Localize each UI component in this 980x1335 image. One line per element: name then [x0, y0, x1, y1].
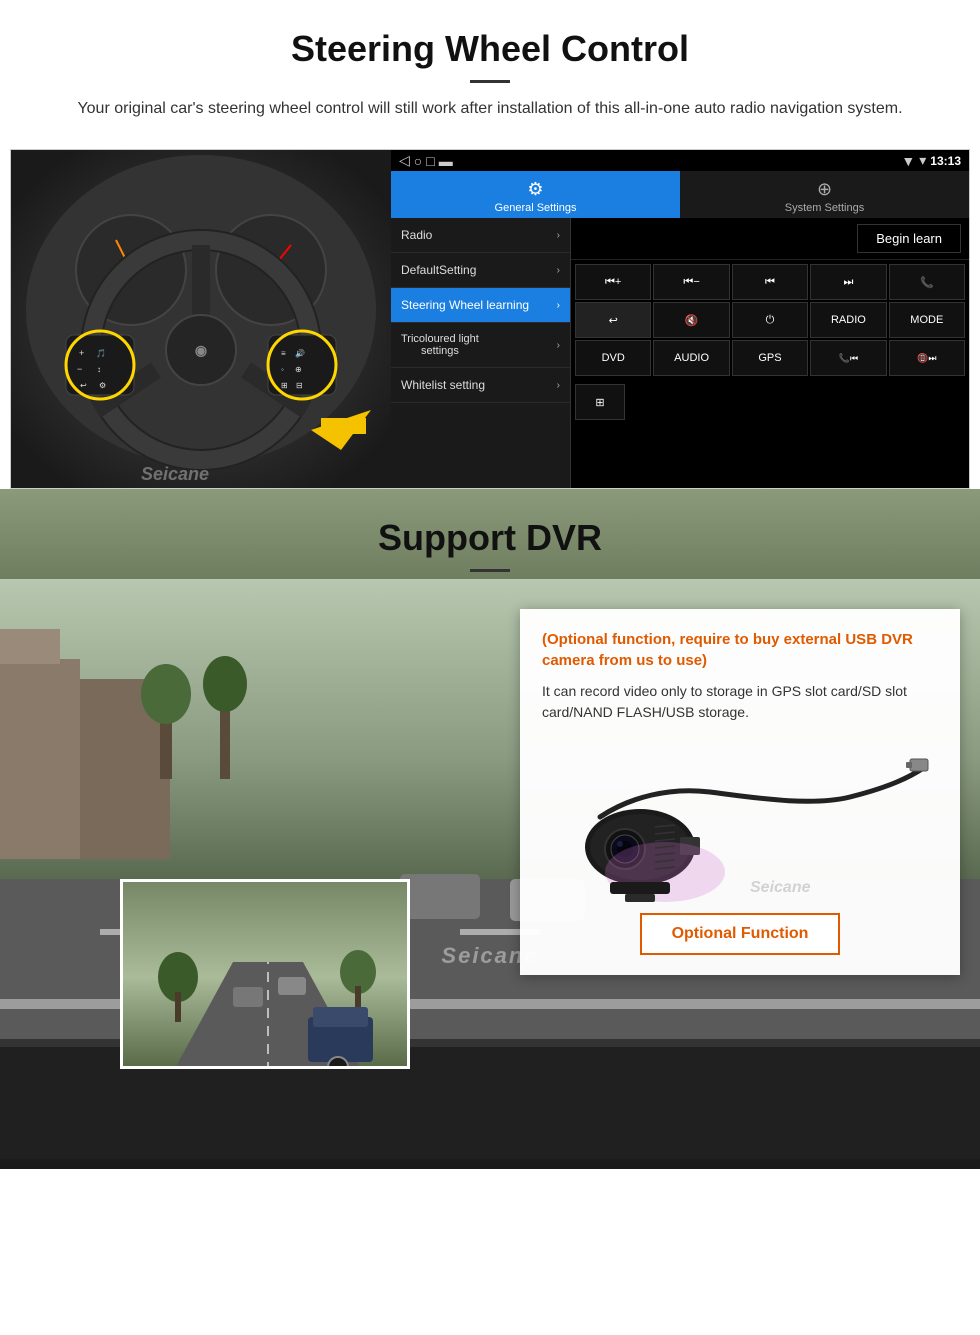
btn-mode[interactable]: MODE — [889, 302, 965, 338]
btn-phone[interactable]: 📞 — [889, 264, 965, 300]
begin-learn-button[interactable]: Begin learn — [857, 224, 961, 253]
svg-text:◉: ◉ — [195, 342, 207, 358]
extra-buttons-row: ⊞ — [571, 380, 969, 424]
svg-text:🔊: 🔊 — [295, 348, 305, 358]
status-time: 13:13 — [930, 154, 961, 168]
svg-text:−: − — [77, 364, 82, 374]
menu-item-steering-wheel[interactable]: Steering Wheel learning › — [391, 288, 570, 323]
chevron-right-icon5: › — [557, 380, 560, 391]
begin-learn-row: Begin learn — [571, 218, 969, 260]
control-buttons-grid: ⏮+ ⏮− ⏮ ⏭ 📞 ↩ 🔇 ⏻ RADIO MODE DVD AUDIO G… — [571, 260, 969, 380]
steering-demo: ◉ + − 🎵 ↕ ↩ ⚙ ≡ 🔊 ◦ ⊕ ⊞ ⊟ Seicane — [10, 149, 970, 489]
svg-text:⊕: ⊕ — [295, 365, 302, 374]
nav-back: ◁ — [399, 152, 410, 169]
nav-recent: □ — [426, 153, 434, 169]
menu-item-radio[interactable]: Radio › — [391, 218, 570, 253]
btn-radio[interactable]: RADIO — [810, 302, 886, 338]
general-settings-icon: ⚙ — [527, 179, 543, 200]
svg-text:⚙: ⚙ — [99, 381, 106, 390]
status-bar: ◁ ○ □ ▬ ▼ ▾ 13:13 — [391, 150, 969, 171]
general-settings-label: General Settings — [495, 202, 577, 214]
system-settings-label: System Settings — [785, 202, 864, 214]
svg-text:⊟: ⊟ — [296, 381, 303, 390]
settings-menu: Radio › DefaultSetting › Steering Wheel … — [391, 218, 571, 488]
menu-content: Radio › DefaultSetting › Steering Wheel … — [391, 218, 969, 488]
btn-gps[interactable]: GPS — [732, 340, 808, 376]
dvr-camera-illustration: Seicane — [542, 737, 938, 897]
wifi-icon: ▾ — [919, 152, 926, 169]
settings-tabs: ⚙ General Settings ⊕ System Settings — [391, 171, 969, 218]
android-ui: ◁ ○ □ ▬ ▼ ▾ 13:13 ⚙ General Settings ⊕ S… — [391, 150, 969, 488]
tab-system-settings[interactable]: ⊕ System Settings — [680, 171, 969, 218]
section1-title: Steering Wheel Control — [20, 28, 960, 70]
dvr-title-area: Support DVR — [0, 489, 980, 582]
dvr-title: Support DVR — [20, 517, 960, 559]
menu-item-default-setting[interactable]: DefaultSetting › — [391, 253, 570, 288]
chevron-right-icon2: › — [557, 265, 560, 276]
nav-menu: ▬ — [439, 153, 453, 169]
steering-wheel-panel: ◉ + − 🎵 ↕ ↩ ⚙ ≡ 🔊 ◦ ⊕ ⊞ ⊟ Seicane — [11, 150, 391, 489]
svg-text:+: + — [79, 348, 84, 358]
section2: Support DVR — [0, 489, 980, 1169]
menu-item-tricoloured[interactable]: Tricoloured lightsettings › — [391, 323, 570, 368]
section1-title-area: Steering Wheel Control Your original car… — [0, 0, 980, 149]
btn-prev-track[interactable]: ⏮ — [732, 264, 808, 300]
svg-text:≡: ≡ — [281, 349, 286, 358]
svg-text:Seicane: Seicane — [141, 464, 209, 484]
btn-dvd[interactable]: DVD — [575, 340, 651, 376]
btn-call-prev[interactable]: 📞⏮ — [810, 340, 886, 376]
btn-volume-minus[interactable]: ⏮− — [653, 264, 729, 300]
dvr-info-card: (Optional function, require to buy exter… — [520, 609, 960, 975]
dvr-description: It can record video only to storage in G… — [542, 681, 938, 723]
menu-item-whitelist[interactable]: Whitelist setting › — [391, 368, 570, 403]
svg-text:↩: ↩ — [80, 381, 87, 390]
btn-volume-plus[interactable]: ⏮+ — [575, 264, 651, 300]
tab-general-settings[interactable]: ⚙ General Settings — [391, 171, 680, 218]
btn-extra[interactable]: ⊞ — [575, 384, 625, 420]
dvr-background: Support DVR — [0, 489, 980, 1169]
btn-audio[interactable]: AUDIO — [653, 340, 729, 376]
right-content-panel: Begin learn ⏮+ ⏮− ⏮ ⏭ 📞 ↩ 🔇 ⏻ RADIO MODE… — [571, 218, 969, 488]
dvr-title-divider — [470, 569, 510, 572]
chevron-right-icon4: › — [557, 340, 560, 351]
chevron-right-icon3: › — [557, 300, 560, 311]
btn-hang-up[interactable]: ↩ — [575, 302, 651, 338]
btn-power[interactable]: ⏻ — [732, 302, 808, 338]
title-divider — [470, 80, 510, 83]
dvr-optional-text: (Optional function, require to buy exter… — [542, 629, 938, 671]
svg-text:↕: ↕ — [97, 365, 101, 374]
section1-subtitle: Your original car's steering wheel contr… — [60, 97, 920, 121]
btn-next-track[interactable]: ⏭ — [810, 264, 886, 300]
nav-home: ○ — [414, 153, 422, 169]
signal-icon: ▼ — [901, 153, 915, 169]
svg-text:🎵: 🎵 — [96, 349, 106, 358]
svg-text:◦: ◦ — [281, 365, 284, 374]
dvr-screenshot-inset — [120, 879, 410, 1069]
system-settings-icon: ⊕ — [817, 179, 832, 200]
optional-function-button[interactable]: Optional Function — [640, 913, 841, 955]
svg-text:Seicane: Seicane — [750, 879, 811, 896]
btn-mute[interactable]: 🔇 — [653, 302, 729, 338]
svg-text:⊞: ⊞ — [281, 381, 288, 390]
chevron-right-icon: › — [557, 230, 560, 241]
btn-call-next[interactable]: 📵⏭ — [889, 340, 965, 376]
